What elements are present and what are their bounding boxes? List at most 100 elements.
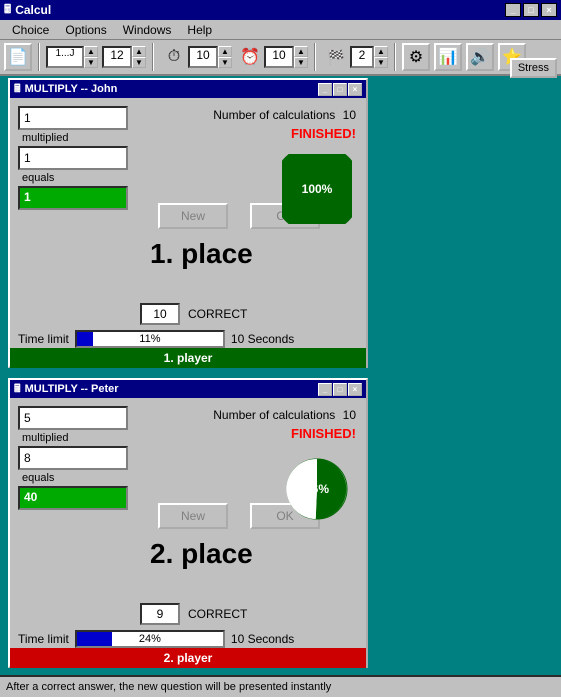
minimize-button[interactable]: _ [505, 3, 521, 17]
spinner3-input[interactable]: 10 [188, 46, 218, 68]
john-content: multiplied equals 1 New OK Number of cal… [10, 98, 366, 368]
spinner-4: 10 ▲ ▼ [264, 46, 308, 68]
peter-time-seconds: 10 Seconds [231, 632, 294, 646]
peter-player-bar: 2. player [10, 648, 366, 668]
peter-correct-label: CORRECT [188, 607, 247, 621]
john-maximize[interactable]: □ [333, 83, 347, 96]
john-correct-label: CORRECT [188, 307, 247, 321]
john-label1: multiplied [18, 132, 128, 144]
john-minimize[interactable]: _ [318, 83, 332, 96]
peter-input1[interactable] [18, 406, 128, 430]
peter-progress-bar: 24% [75, 630, 225, 648]
menu-choice[interactable]: Choice [4, 21, 57, 39]
spinner4-arrows: ▲ ▼ [294, 46, 308, 68]
toolbar-divider-2 [152, 43, 154, 71]
john-pie-container: 100% [282, 154, 352, 227]
spinner3-down[interactable]: ▼ [218, 57, 232, 68]
title-bar-buttons: _ □ × [505, 3, 557, 17]
john-window: 🖩 MULTIPLY -- John _ □ × multiplied equa… [8, 78, 368, 368]
spinner5-input[interactable]: 2 [350, 46, 374, 68]
status-text: After a correct answer, the new question… [6, 681, 331, 693]
spinner-3: 10 ▲ ▼ [188, 46, 232, 68]
spinner2-down[interactable]: ▼ [132, 57, 146, 68]
peter-input1-group: multiplied equals 40 [18, 406, 128, 510]
spinner-4-group: ⏰ 10 ▲ ▼ [236, 43, 308, 71]
open-button[interactable]: 📄 [4, 43, 32, 71]
john-close[interactable]: × [348, 83, 362, 96]
peter-title-buttons: _ □ × [318, 383, 362, 396]
stress-button[interactable]: Stress [510, 58, 557, 78]
menu-windows[interactable]: Windows [115, 21, 180, 39]
spinner1-down[interactable]: ▼ [84, 57, 98, 68]
john-num-calc-label: Number of calculations [213, 108, 335, 122]
john-input1-group: multiplied equals 1 [18, 106, 128, 210]
peter-title-bar: 🖩 MULTIPLY -- Peter _ □ × [10, 380, 366, 398]
john-place: 1. place [150, 238, 253, 270]
john-input2[interactable] [18, 146, 128, 170]
spinner1-input[interactable]: 1...J [46, 46, 84, 68]
peter-minimize[interactable]: _ [318, 383, 332, 396]
spinner4-input[interactable]: 10 [264, 46, 294, 68]
john-time-label: Time limit [18, 332, 69, 346]
peter-close[interactable]: × [348, 383, 362, 396]
spinner-5-group: 🏁 2 ▲ ▼ [322, 43, 388, 71]
spinner5-arrows: ▲ ▼ [374, 46, 388, 68]
peter-input2[interactable] [18, 446, 128, 470]
john-progress-pct: 11% [77, 332, 223, 346]
menu-options[interactable]: Options [57, 21, 114, 39]
spinner5-down[interactable]: ▼ [374, 57, 388, 68]
john-new-button[interactable]: New [158, 203, 228, 229]
spinner2-arrows: ▲ ▼ [132, 46, 146, 68]
spinner2-input[interactable]: 12 [102, 46, 132, 68]
clock-icon: ⏱ [160, 43, 188, 71]
menu-bar: Choice Options Windows Help [0, 20, 561, 40]
spinner2-up[interactable]: ▲ [132, 46, 146, 57]
chart-icon[interactable]: 📊 [434, 43, 462, 71]
john-player-bar: 1. player [10, 348, 366, 368]
john-input1[interactable] [18, 106, 128, 130]
sound-icon[interactable]: 🔊 [466, 43, 494, 71]
peter-label2: equals [18, 472, 128, 484]
peter-new-button[interactable]: New [158, 503, 228, 529]
john-result: 1 [18, 186, 128, 210]
peter-result: 40 [18, 486, 128, 510]
settings-icon[interactable]: ⚙ [402, 43, 430, 71]
toolbar-divider-1 [38, 43, 40, 71]
john-pie-chart: 100% [282, 154, 352, 224]
close-button[interactable]: × [541, 3, 557, 17]
peter-num-calc-val: 10 [343, 408, 356, 422]
spinner3-up[interactable]: ▲ [218, 46, 232, 57]
peter-progress-pct: 24% [77, 632, 223, 646]
john-correct-row: CORRECT [140, 303, 247, 325]
john-correct-input[interactable] [140, 303, 180, 325]
peter-finished: FINISHED! [291, 426, 356, 441]
john-time-seconds: 10 Seconds [231, 332, 294, 346]
peter-correct-input[interactable] [140, 603, 180, 625]
menu-help[interactable]: Help [179, 21, 220, 39]
spinner3-arrows: ▲ ▼ [218, 46, 232, 68]
peter-content: multiplied equals 40 New OK Number of ca… [10, 398, 366, 668]
toolbar-divider-3 [314, 43, 316, 71]
peter-time-label: Time limit [18, 632, 69, 646]
peter-maximize[interactable]: □ [333, 383, 347, 396]
spinner4-up[interactable]: ▲ [294, 46, 308, 57]
app-title-bar: 🖩 Calcul _ □ × [0, 0, 561, 20]
maximize-button[interactable]: □ [523, 3, 539, 17]
app-title: Calcul [15, 3, 505, 17]
peter-label1: multiplied [18, 432, 128, 444]
peter-place: 2. place [150, 538, 253, 570]
spinner5-up[interactable]: ▲ [374, 46, 388, 57]
peter-pie-container: 96% [282, 454, 352, 527]
peter-correct-row: CORRECT [140, 603, 247, 625]
spinner1-up[interactable]: ▲ [84, 46, 98, 57]
svg-text:96%: 96% [305, 482, 329, 496]
spinner4-down[interactable]: ▼ [294, 57, 308, 68]
spinner-5: 2 ▲ ▼ [350, 46, 388, 68]
spinner-2: 12 ▲ ▼ [102, 46, 146, 68]
spinner1-arrows: ▲ ▼ [84, 46, 98, 68]
status-bar: After a correct answer, the new question… [0, 675, 561, 697]
john-num-calc-row: Number of calculations 10 [213, 108, 356, 122]
spinner-3-group: ⏱ 10 ▲ ▼ [160, 43, 232, 71]
flag-icon: 🏁 [322, 43, 350, 71]
peter-title: MULTIPLY -- Peter [25, 383, 318, 395]
